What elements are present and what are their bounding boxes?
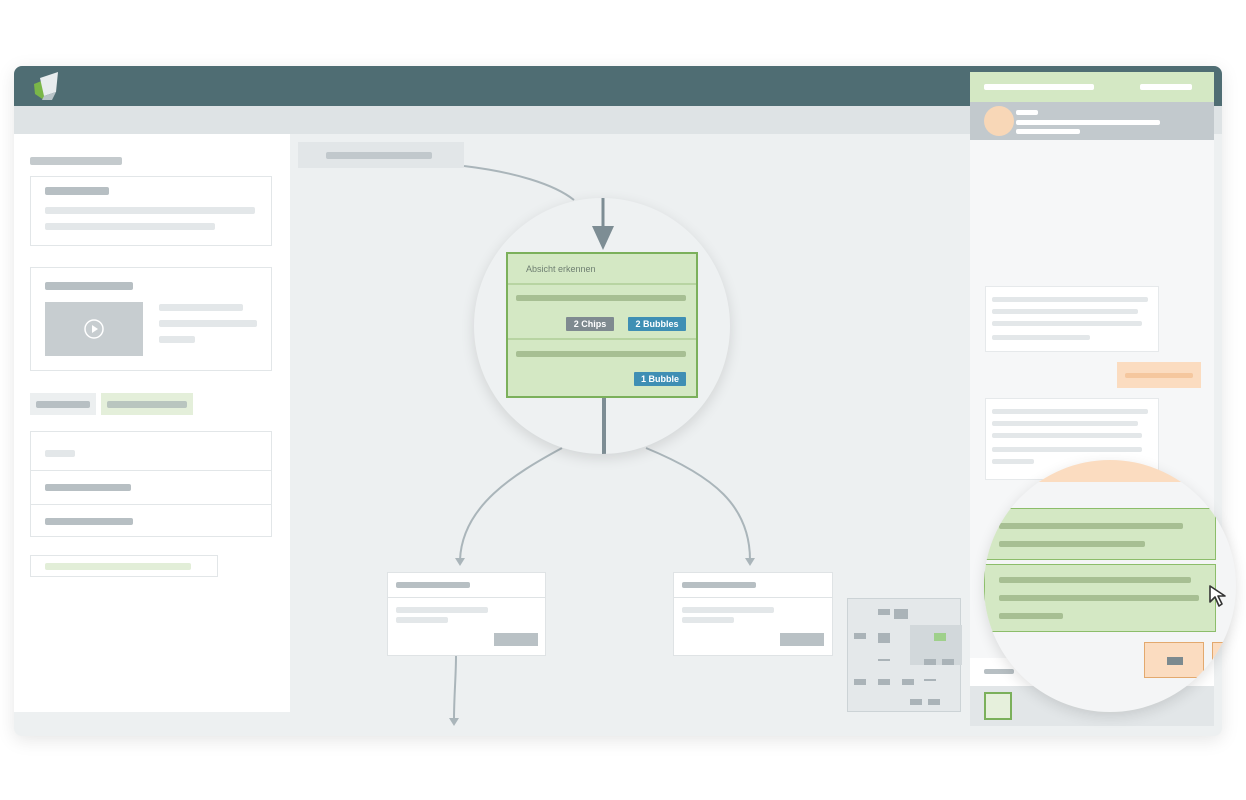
flow-node-left[interactable] <box>387 572 546 656</box>
bubble-tag: 1 Bubble <box>634 372 686 386</box>
node-button[interactable] <box>494 633 538 646</box>
intent-node-header: Absicht erkennen <box>508 254 696 285</box>
intent-node-section: 2 Chips 2 Bubbles <box>508 285 696 340</box>
quick-reply-bubble[interactable] <box>984 508 1216 560</box>
intent-node-title: Absicht erkennen <box>526 264 596 274</box>
chat-message <box>985 286 1159 352</box>
chip-button[interactable] <box>1144 642 1204 678</box>
minimap[interactable] <box>847 598 962 712</box>
intent-node-section: 1 Bubble <box>508 342 696 396</box>
minimap-viewport[interactable] <box>910 625 962 665</box>
intent-node[interactable]: Absicht erkennen 2 Chips 2 Bubbles 1 Bub… <box>506 252 698 398</box>
cursor-icon <box>1209 585 1226 607</box>
node-button[interactable] <box>780 633 824 646</box>
chat-magnifier <box>984 460 1236 712</box>
user-reply <box>1117 362 1201 388</box>
chat-profile <box>970 102 1214 140</box>
flow-node-right[interactable] <box>673 572 833 656</box>
node-magnifier: Absicht erkennen 2 Chips 2 Bubbles 1 Bub… <box>474 198 730 454</box>
send-button[interactable] <box>984 692 1012 720</box>
chat-header <box>970 72 1214 102</box>
avatar <box>984 106 1014 136</box>
bubbles-tag: 2 Bubbles <box>628 317 686 331</box>
chips-tag: 2 Chips <box>566 317 614 331</box>
quick-reply-bubble[interactable] <box>984 564 1216 632</box>
